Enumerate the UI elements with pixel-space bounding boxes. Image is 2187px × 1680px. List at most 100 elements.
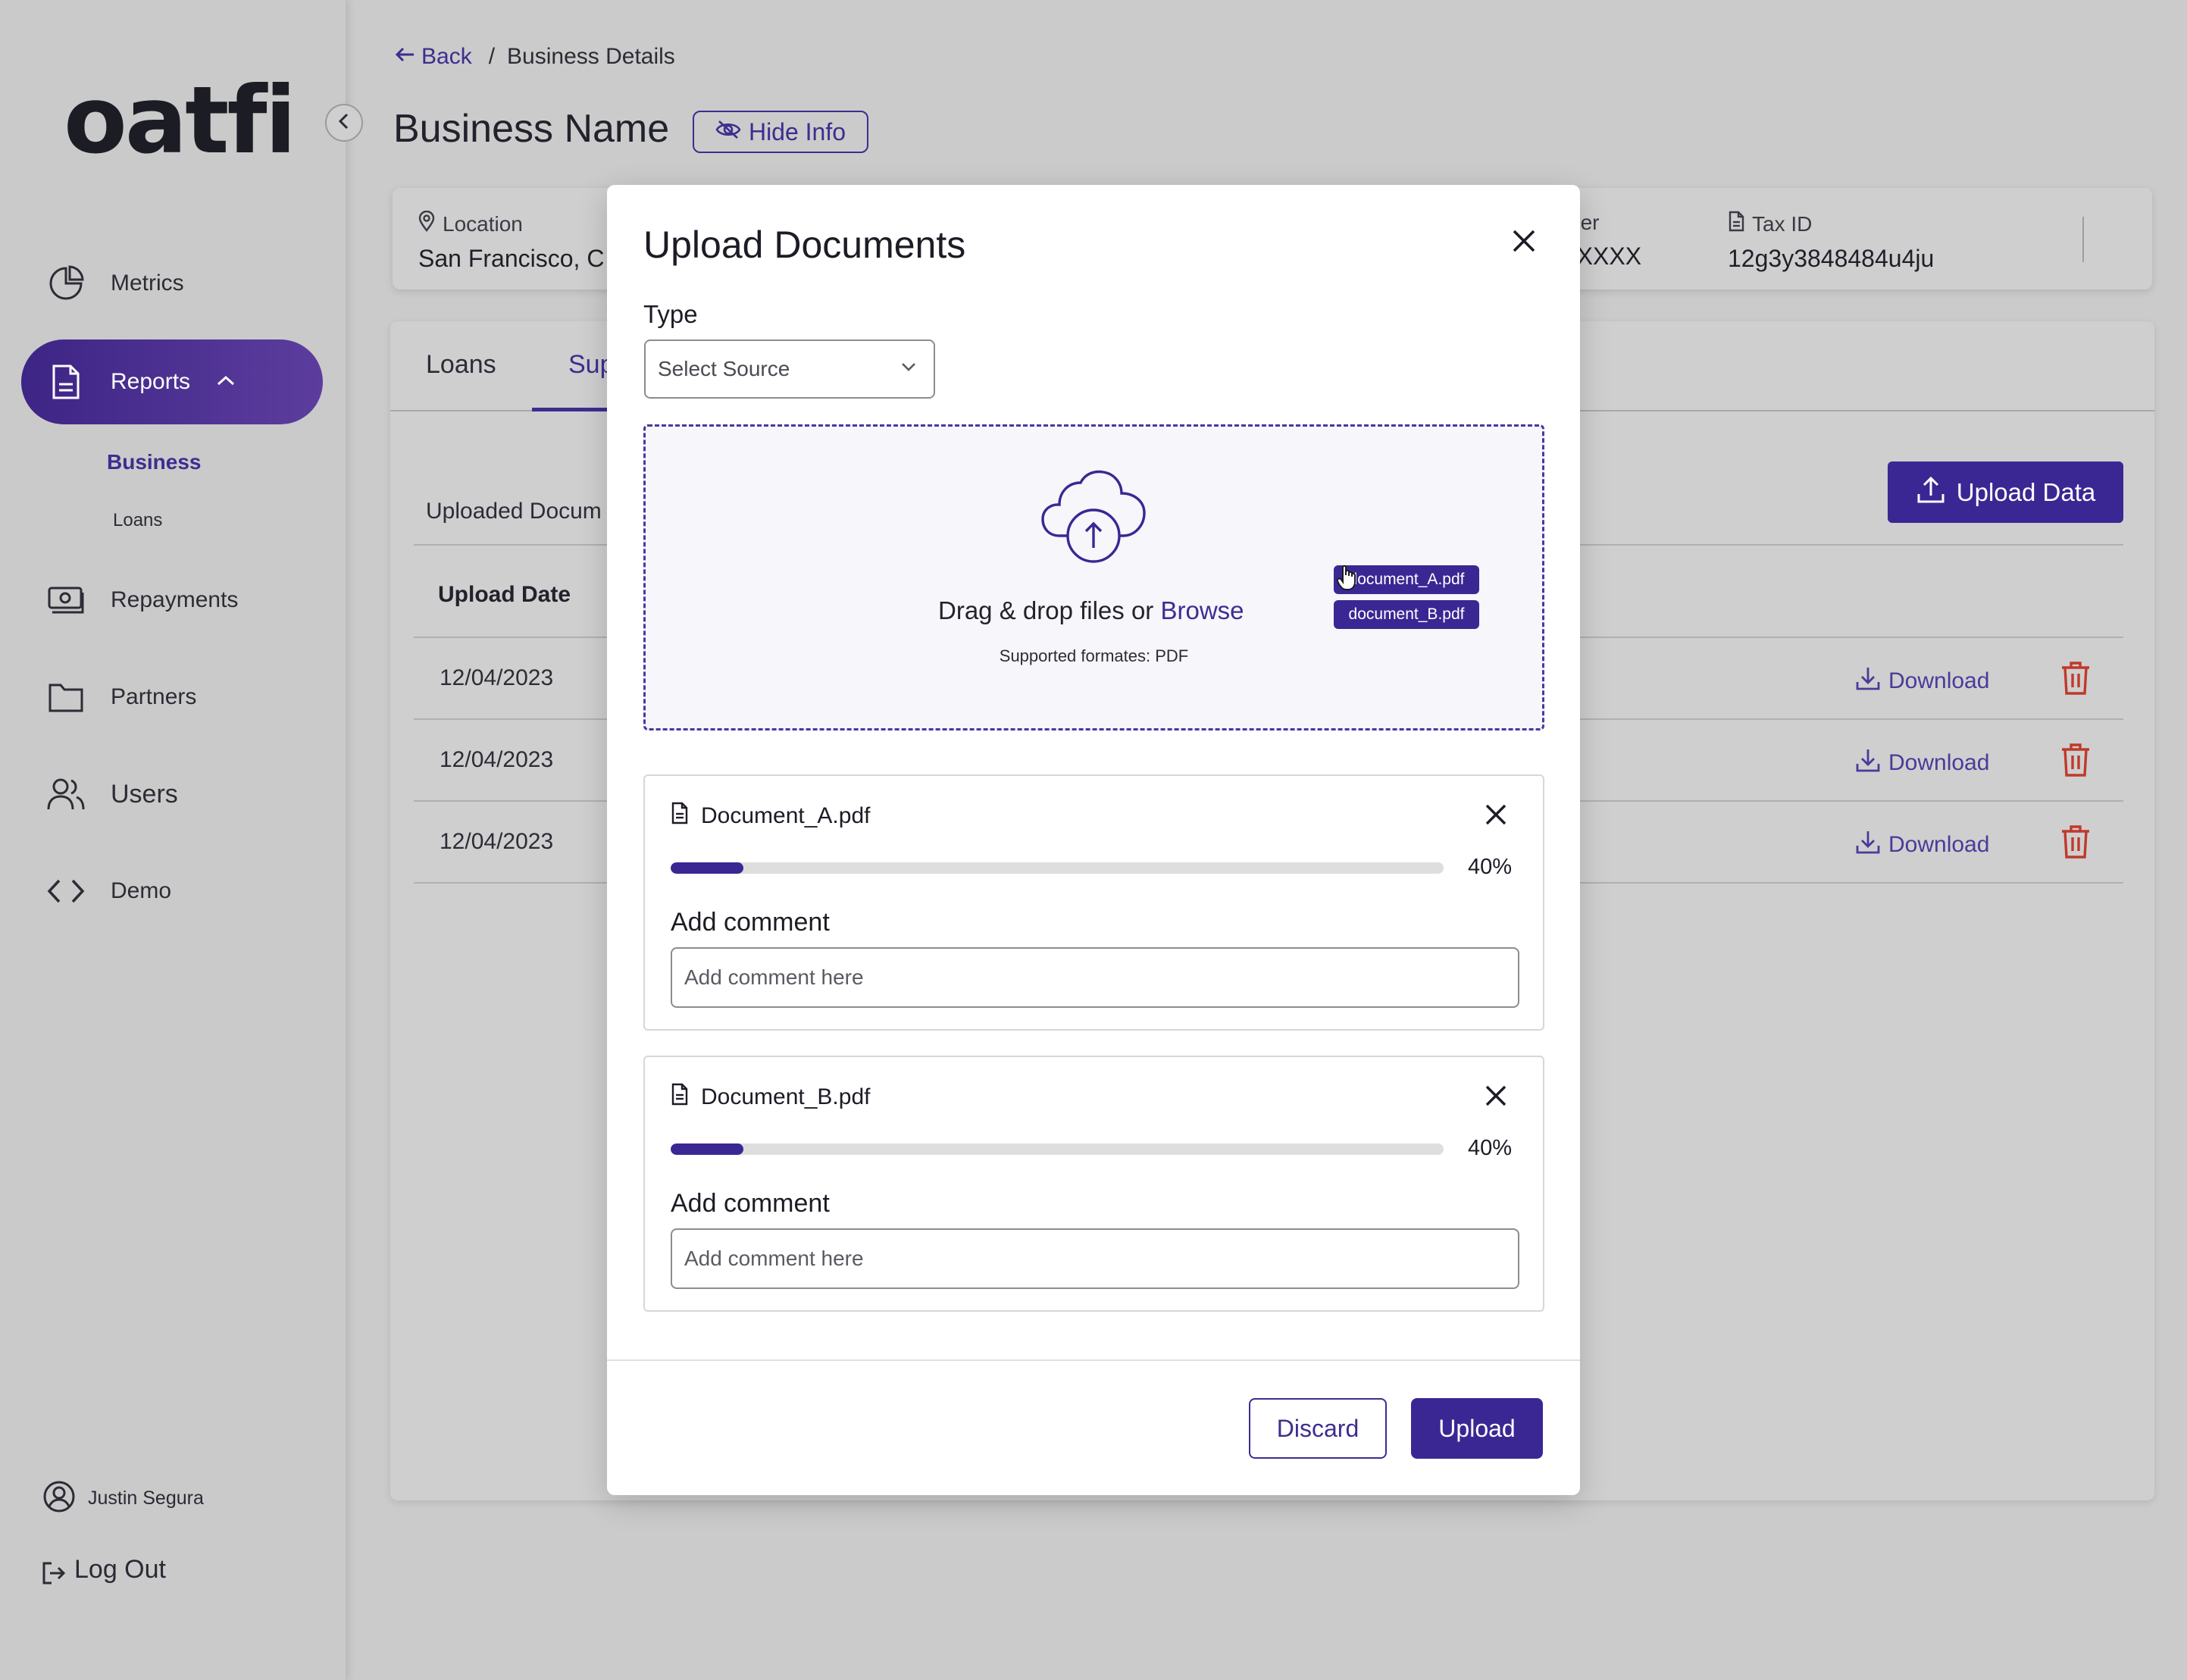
comment-label: Add comment (671, 908, 830, 937)
trash-icon (2060, 825, 2092, 862)
remove-file-button[interactable] (1485, 1084, 1507, 1111)
delete-button[interactable] (2060, 661, 2092, 699)
chevron-up-icon (216, 374, 236, 390)
download-icon (1855, 829, 1888, 861)
trash-icon (2060, 662, 2092, 699)
download-link[interactable]: Download (1855, 829, 1989, 861)
upload-data-label: Upload Data (1956, 477, 2096, 506)
download-icon (1855, 665, 1888, 697)
browse-link[interactable]: Browse (1160, 596, 1244, 624)
tab-active-indicator (532, 408, 608, 411)
page-title: Business Name (393, 107, 670, 151)
code-icon (45, 871, 86, 912)
sidebar-item-label: Demo (111, 878, 172, 903)
upload-progress-percent: 40% (1468, 855, 1513, 879)
user-profile[interactable]: Justin Segura (42, 1480, 204, 1517)
back-label: Back (421, 44, 472, 69)
modal-close-button[interactable] (1506, 224, 1542, 261)
upload-progress-fill (671, 862, 743, 874)
upload-button[interactable]: Upload (1411, 1398, 1543, 1459)
arrow-left-icon (394, 44, 417, 70)
download-label: Download (1888, 668, 1990, 693)
logout-label: Log Out (74, 1555, 166, 1584)
file-name: Document_B.pdf (671, 1083, 870, 1112)
upload-icon (1916, 474, 1957, 511)
tab-loans[interactable]: Loans (426, 350, 496, 380)
table-cell-date: 12/04/2023 (440, 665, 554, 690)
discard-button[interactable]: Discard (1249, 1398, 1387, 1459)
folder-icon (45, 677, 86, 718)
upload-progress-percent: 40% (1468, 1136, 1513, 1160)
download-icon (1855, 747, 1888, 779)
location-label: Location (443, 211, 523, 236)
type-label: Type (643, 300, 698, 328)
sidebar-item-partners[interactable]: Partners (21, 655, 323, 740)
user-name: Justin Segura (88, 1488, 204, 1509)
comment-input[interactable] (671, 1228, 1519, 1289)
cash-icon (45, 580, 86, 621)
tax-id-value: 12g3y3848484u4ju (1728, 245, 1935, 272)
sidebar-subitem-loans[interactable]: Loans (113, 510, 162, 531)
table-cell-date: 12/04/2023 (440, 829, 554, 854)
tax-id-label: Tax ID (1752, 211, 1813, 236)
location-value: San Francisco, C (418, 245, 605, 272)
sidebar-subitem-business[interactable]: Business (107, 450, 202, 474)
download-link[interactable]: Download (1855, 665, 1989, 697)
sidebar: oatfi Metrics Reports Business Loans Rep… (0, 0, 346, 1680)
sidebar-item-label: Users (111, 779, 178, 809)
file-icon (1728, 211, 1752, 237)
back-link[interactable]: Back (394, 44, 472, 70)
sidebar-item-label: Partners (111, 684, 197, 709)
file-name: Document_A.pdf (671, 802, 870, 831)
file-upload-card: Document_A.pdf 40% Add comment (643, 774, 1544, 1031)
comment-label: Add comment (671, 1189, 830, 1218)
file-dropzone[interactable]: Drag & drop files or Browse Supported fo… (643, 424, 1544, 731)
delete-button[interactable] (2060, 824, 2092, 863)
pdf-file-icon (671, 802, 701, 831)
upload-progress-bar (671, 1143, 1444, 1155)
pdf-file-icon (671, 1083, 701, 1112)
file-upload-card: Document_B.pdf 40% Add comment (643, 1056, 1544, 1312)
upload-documents-modal: Upload Documents Type Select Source Drag… (607, 185, 1580, 1495)
drag-drop-label: Drag & drop files or (938, 596, 1161, 624)
uploaded-documents-title: Uploaded Docum (426, 499, 602, 524)
modal-footer-divider (607, 1359, 1580, 1361)
collapse-sidebar-button[interactable] (325, 104, 363, 142)
file-name-label: Document_B.pdf (701, 1084, 871, 1109)
sidebar-item-users[interactable]: Users (21, 752, 323, 837)
breadcrumb: Back / Business Details (394, 44, 675, 70)
table-cell-date: 12/04/2023 (440, 747, 554, 772)
close-icon (1511, 228, 1537, 258)
sidebar-item-metrics[interactable]: Metrics (21, 241, 323, 326)
location-field: Location San Francisco, C (418, 210, 605, 273)
dragging-file-chip: document_B.pdf (1334, 600, 1479, 629)
breadcrumb-current: Business Details (507, 44, 675, 69)
download-label: Download (1888, 832, 1990, 857)
hide-info-label: Hide Info (748, 117, 846, 145)
users-icon (45, 774, 86, 815)
sidebar-item-repayments[interactable]: Repayments (21, 558, 323, 643)
drag-drop-text: Drag & drop files or Browse (938, 596, 1244, 625)
location-pin-icon (418, 210, 443, 237)
tax-id-field: Tax ID 12g3y3848484u4ju (1728, 211, 1934, 273)
file-name-label: Document_A.pdf (701, 803, 871, 828)
sidebar-item-label: Metrics (111, 271, 184, 296)
modal-title: Upload Documents (643, 224, 966, 266)
hide-info-button[interactable]: Hide Info (693, 111, 868, 153)
cloud-upload-icon (1040, 469, 1149, 568)
sidebar-item-reports[interactable]: Reports (21, 339, 323, 424)
comment-input[interactable] (671, 947, 1519, 1008)
logout-button[interactable]: Log Out (41, 1550, 166, 1590)
logout-icon (41, 1560, 67, 1590)
upload-data-button[interactable]: Upload Data (1888, 461, 2123, 523)
remove-file-button[interactable] (1485, 803, 1507, 830)
trash-icon (2060, 743, 2092, 781)
sidebar-item-label: Reports (111, 369, 191, 394)
select-source-dropdown[interactable]: Select Source (644, 339, 935, 399)
upload-progress-bar (671, 862, 1444, 874)
user-circle-icon (42, 1480, 76, 1517)
delete-button[interactable] (2060, 743, 2092, 781)
column-header-upload-date: Upload Date (438, 582, 571, 607)
sidebar-item-demo[interactable]: Demo (21, 849, 323, 934)
download-link[interactable]: Download (1855, 747, 1989, 779)
